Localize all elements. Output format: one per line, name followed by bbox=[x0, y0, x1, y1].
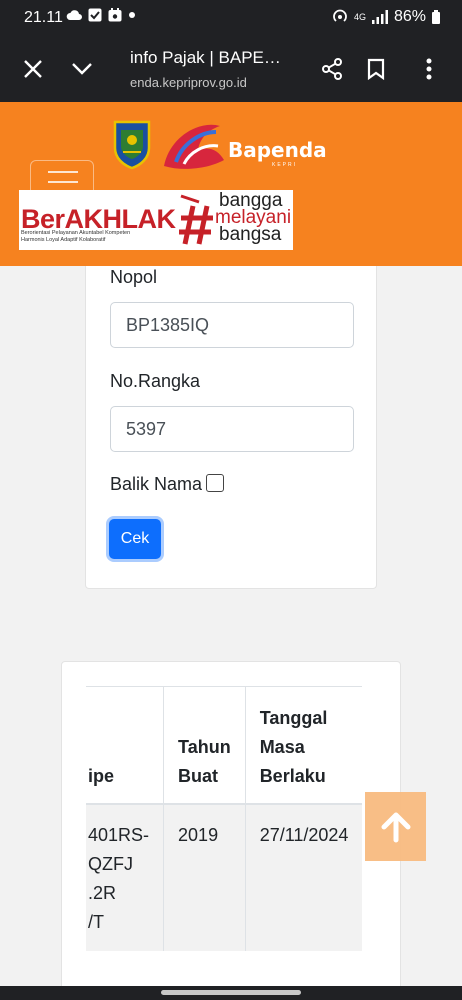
hash-icon bbox=[179, 194, 213, 245]
system-nav-bar bbox=[0, 986, 462, 1000]
chevron-down-icon bbox=[72, 63, 92, 75]
result-card: ipe Tahun Buat Tanggal Masa Berlaku 401R… bbox=[61, 661, 401, 986]
status-time: 21.11 bbox=[24, 9, 63, 26]
more-vert-icon bbox=[426, 58, 432, 80]
scroll-to-top-button[interactable] bbox=[365, 792, 426, 861]
battery-icon bbox=[432, 10, 440, 24]
header-tanggal-line: Berlaku bbox=[259, 765, 326, 786]
balik-nama-label: Balik Nama bbox=[110, 474, 203, 494]
home-gesture-handle[interactable] bbox=[161, 990, 301, 995]
share-icon bbox=[322, 58, 342, 80]
menu-icon-bar bbox=[48, 181, 78, 183]
check-box-icon bbox=[88, 8, 102, 22]
check-form-card: Nopol BP1385IQ No.Rangka 5397 Balik Nama… bbox=[85, 266, 377, 589]
cell-tahun-buat: 2019 bbox=[163, 803, 246, 951]
bapenda-logo[interactable]: Bapenda KEPRI bbox=[160, 116, 330, 176]
header-tanggal-line: Tanggal bbox=[259, 707, 328, 728]
more-menu-button[interactable] bbox=[410, 50, 448, 88]
calendar-icon bbox=[108, 8, 122, 22]
rangka-input[interactable]: 5397 bbox=[110, 406, 354, 452]
hotspot-icon bbox=[333, 9, 347, 22]
result-table: ipe Tahun Buat Tanggal Masa Berlaku 401R… bbox=[86, 686, 363, 951]
arrow-up-icon bbox=[381, 812, 410, 842]
header-tanggal-line: Masa bbox=[259, 736, 305, 757]
kepri-emblem-logo[interactable] bbox=[112, 118, 152, 170]
table-header-row: ipe Tahun Buat Tanggal Masa Berlaku bbox=[86, 686, 363, 804]
bapenda-subtext: KEPRI bbox=[272, 162, 298, 168]
berakhlak-values-line2: Harmonis Loyal Adaptif Kolaboratif bbox=[21, 237, 106, 243]
header-tahun-buat: Tahun Buat bbox=[163, 686, 246, 804]
page-url[interactable]: enda.kepriprov.go.id bbox=[130, 75, 247, 90]
slogan-bangsa: bangsa bbox=[219, 224, 282, 245]
cell-tipe-line: /T bbox=[88, 911, 104, 932]
berakhlak-values-line1: Berorientasi Pelayanan Akuntabel Kompete… bbox=[21, 230, 131, 236]
notification-icons bbox=[66, 8, 136, 22]
cell-tanggal-masa-berlaku: 27/11/2024 bbox=[259, 824, 349, 845]
berakhlak-banner: BerAKHLAK Berorientasi Pelayanan Akuntab… bbox=[19, 190, 293, 250]
cell-tipe: 401RS- QZFJ .2R /T bbox=[86, 803, 165, 951]
header-tipe: ipe bbox=[86, 686, 165, 804]
share-button[interactable] bbox=[313, 50, 351, 88]
page-title: info Pajak | BAPE… bbox=[130, 48, 281, 67]
cell-tipe-line: QZFJ bbox=[88, 853, 133, 874]
header-tahun-line: Buat bbox=[178, 765, 219, 786]
status-bar: 21.11 4G 86% bbox=[0, 0, 462, 36]
battery-level: 86% bbox=[393, 8, 426, 25]
table-row: 401RS- QZFJ .2R /T 2019 27/11/2024 bbox=[86, 803, 363, 951]
cloud-icon bbox=[66, 10, 82, 20]
close-icon bbox=[24, 60, 42, 78]
balik-nama-checkbox[interactable] bbox=[206, 474, 225, 492]
close-tab-button[interactable] bbox=[14, 50, 52, 88]
balik-nama-row: Balik Nama bbox=[110, 474, 225, 495]
network-type: 4G bbox=[353, 11, 366, 22]
browser-toolbar: info Pajak | BAPE… enda.kepriprov.go.id bbox=[0, 36, 462, 102]
bookmark-button[interactable] bbox=[357, 50, 395, 88]
cek-button[interactable]: Cek bbox=[109, 519, 161, 559]
rangka-label: No.Rangka bbox=[110, 371, 201, 391]
header-tahun-line: Tahun bbox=[178, 736, 231, 757]
dot-icon bbox=[129, 12, 135, 18]
result-table-scroll[interactable]: ipe Tahun Buat Tanggal Masa Berlaku 401R… bbox=[86, 686, 378, 952]
bookmark-icon bbox=[367, 58, 385, 80]
bapenda-wordmark: Bapenda bbox=[228, 138, 327, 162]
cell-tipe-line: .2R bbox=[88, 882, 117, 903]
cell-tipe-line: 401RS- bbox=[88, 824, 150, 845]
bapenda-shell-icon bbox=[164, 124, 224, 169]
minimize-button[interactable] bbox=[63, 50, 101, 88]
signal-icon bbox=[371, 10, 388, 24]
page-content: Nopol BP1385IQ No.Rangka 5397 Balik Nama… bbox=[0, 266, 462, 986]
menu-icon bbox=[48, 171, 78, 173]
site-header: Bapenda KEPRI BerAKHLAK Berorientasi Pel… bbox=[0, 102, 462, 266]
nopol-input[interactable]: BP1385IQ bbox=[110, 302, 354, 348]
header-tanggal-masa-berlaku: Tanggal Masa Berlaku bbox=[245, 687, 362, 804]
nopol-label: Nopol bbox=[110, 267, 158, 287]
